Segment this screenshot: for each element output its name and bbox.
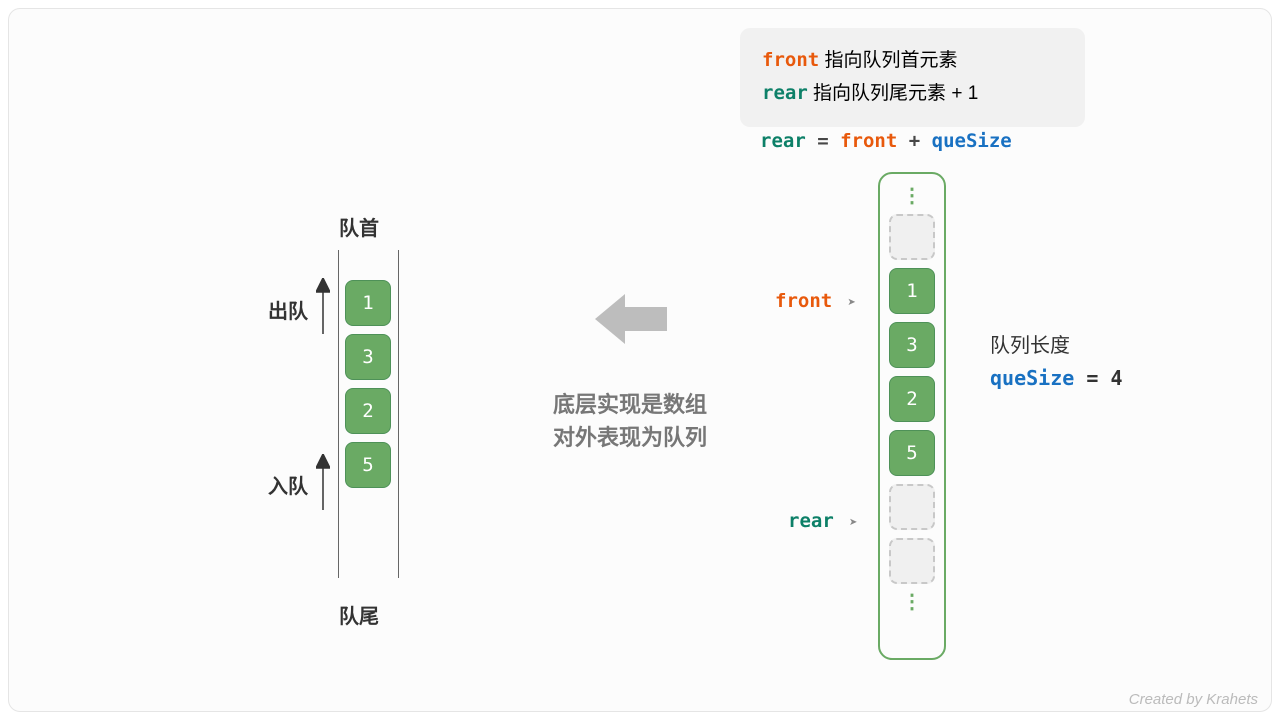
array-cell: 5	[889, 430, 935, 476]
front-pointer-label: front	[775, 290, 832, 312]
queue-cell: 1	[345, 280, 391, 326]
rear-pointer-label: rear	[788, 510, 834, 532]
queue-rail-right	[398, 250, 399, 578]
ellipsis-icon: ⋮	[902, 588, 922, 616]
dequeue-arrow-icon	[316, 278, 330, 334]
queue-cell: 5	[345, 442, 391, 488]
formula-plus: +	[909, 130, 932, 152]
front-desc: 指向队列首元素	[824, 50, 957, 71]
array-cell: 1	[889, 268, 935, 314]
array-frame: ⋮ 1 3 2 5 ⋮	[878, 172, 946, 660]
quesize-var: queSize	[990, 366, 1074, 390]
array-cell-empty	[889, 484, 935, 530]
info-box: front 指向队列首元素 rear 指向队列尾元素 + 1	[740, 28, 1085, 127]
queue-cell: 2	[345, 388, 391, 434]
caption-line2: 对外表现为队列	[520, 421, 740, 454]
queue-cell: 3	[345, 334, 391, 380]
queue-tail-label: 队尾	[339, 600, 379, 629]
enqueue-label: 入队	[268, 470, 308, 499]
enqueue-arrow-icon	[316, 454, 330, 510]
front-keyword: front	[762, 49, 819, 71]
caption: 底层实现是数组 对外表现为队列	[520, 388, 740, 454]
formula: rear = front + queSize	[760, 130, 1012, 152]
quesize-val: 4	[1110, 366, 1122, 390]
ellipsis-icon: ⋮	[902, 182, 922, 210]
array-cell-empty	[889, 538, 935, 584]
queue-length-label: 队列长度	[990, 330, 1122, 362]
formula-rear: rear	[760, 130, 806, 152]
rear-pointer: rear ➤	[788, 510, 858, 532]
formula-quesize: queSize	[932, 130, 1012, 152]
dequeue-label: 出队	[268, 295, 308, 324]
array-cell: 2	[889, 376, 935, 422]
formula-eq: =	[817, 130, 840, 152]
rear-keyword: rear	[762, 82, 808, 104]
queue-length-box: 队列长度 queSize = 4	[990, 330, 1122, 394]
array-cell-empty	[889, 214, 935, 260]
left-arrow-icon	[595, 288, 667, 355]
rear-desc: 指向队列尾元素 + 1	[813, 83, 978, 104]
array-cell: 3	[889, 322, 935, 368]
caption-line1: 底层实现是数组	[520, 388, 740, 421]
formula-front: front	[840, 130, 897, 152]
credit-label: Created by Krahets	[1129, 691, 1258, 708]
pointer-arrow-icon: ➤	[848, 295, 856, 311]
pointer-arrow-icon: ➤	[849, 515, 857, 531]
quesize-eq: =	[1086, 366, 1110, 390]
queue-rail-left	[338, 250, 339, 578]
queue-head-label: 队首	[339, 212, 379, 241]
front-pointer: front ➤	[775, 290, 856, 312]
